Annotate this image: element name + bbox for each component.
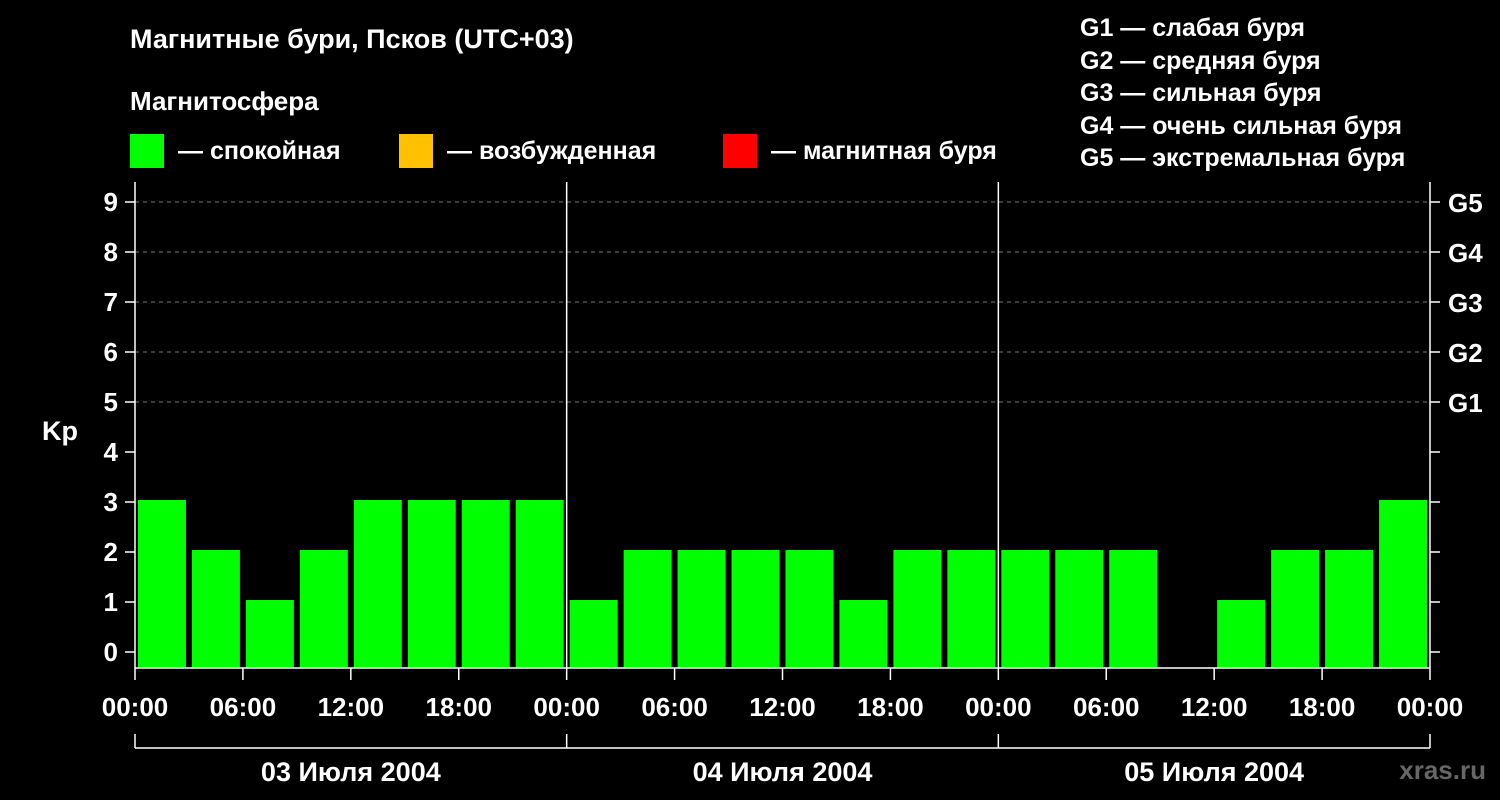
kp-bar [731,550,780,668]
kp-bar [138,500,186,668]
x-tick-label: 06:00 [210,692,277,722]
kp-bar [839,600,888,668]
y-tick-label: 4 [104,437,119,467]
x-tick-label: 06:00 [641,692,708,722]
y-tick-label: 5 [104,387,118,417]
x-tick-label: 06:00 [1073,692,1140,722]
kp-bar [461,500,510,668]
x-tick-label: 00:00 [102,692,169,722]
x-tick-label: 12:00 [749,692,816,722]
kp-bar [1325,550,1374,668]
x-tick-label: 12:00 [318,692,385,722]
x-tick-label: 00:00 [965,692,1032,722]
kp-bar [299,550,348,668]
x-tick-label: 12:00 [1181,692,1248,722]
right-axis-label: G4 [1448,238,1483,268]
day-label: 04 Июля 2004 [693,757,873,787]
kp-bar [785,550,834,668]
right-axis-label: G2 [1448,338,1483,368]
y-tick-label: 8 [104,237,118,267]
right-axis-label: G1 [1448,388,1483,418]
x-tick-label: 18:00 [1289,692,1356,722]
kp-bar [1271,550,1320,668]
y-tick-label: 3 [104,487,118,517]
kp-bar [1001,550,1050,668]
kp-bar [623,550,672,668]
kp-bar [191,550,240,668]
y-tick-label: 7 [104,287,118,317]
kp-bar [245,600,294,668]
kp-bar [1217,600,1266,668]
y-tick-label: 9 [104,187,118,217]
day-label: 03 Июля 2004 [261,757,441,787]
y-tick-label: 0 [104,637,118,667]
x-tick-label: 00:00 [1397,692,1464,722]
watermark: xras.ru [1399,755,1486,785]
x-tick-label: 18:00 [857,692,924,722]
kp-bar [569,600,618,668]
y-tick-label: 6 [104,337,118,367]
y-axis-label: Kp [42,416,78,446]
kp-bar-chart: 0 1 2 3 4 5 6 7 8 9 G1 G2 G3 G4 G5 Kp 00:00 06:00 12:00 18:… [42,182,1483,787]
kp-bar [1379,500,1427,668]
kp-bar [677,550,726,668]
kp-bar [407,500,456,668]
right-axis-label: G5 [1448,188,1483,218]
x-tick-label: 18:00 [426,692,493,722]
day-label: 05 Июля 2004 [1124,757,1304,787]
kp-bar [1055,550,1104,668]
x-tick-label: 00:00 [533,692,600,722]
kp-bar [893,550,942,668]
kp-bar [1109,550,1158,668]
right-axis-label: G3 [1448,288,1483,318]
kp-bar [515,500,564,668]
y-tick-label: 2 [104,537,118,567]
kp-bar [353,500,402,668]
kp-bar [947,550,996,668]
y-tick-label: 1 [104,587,118,617]
